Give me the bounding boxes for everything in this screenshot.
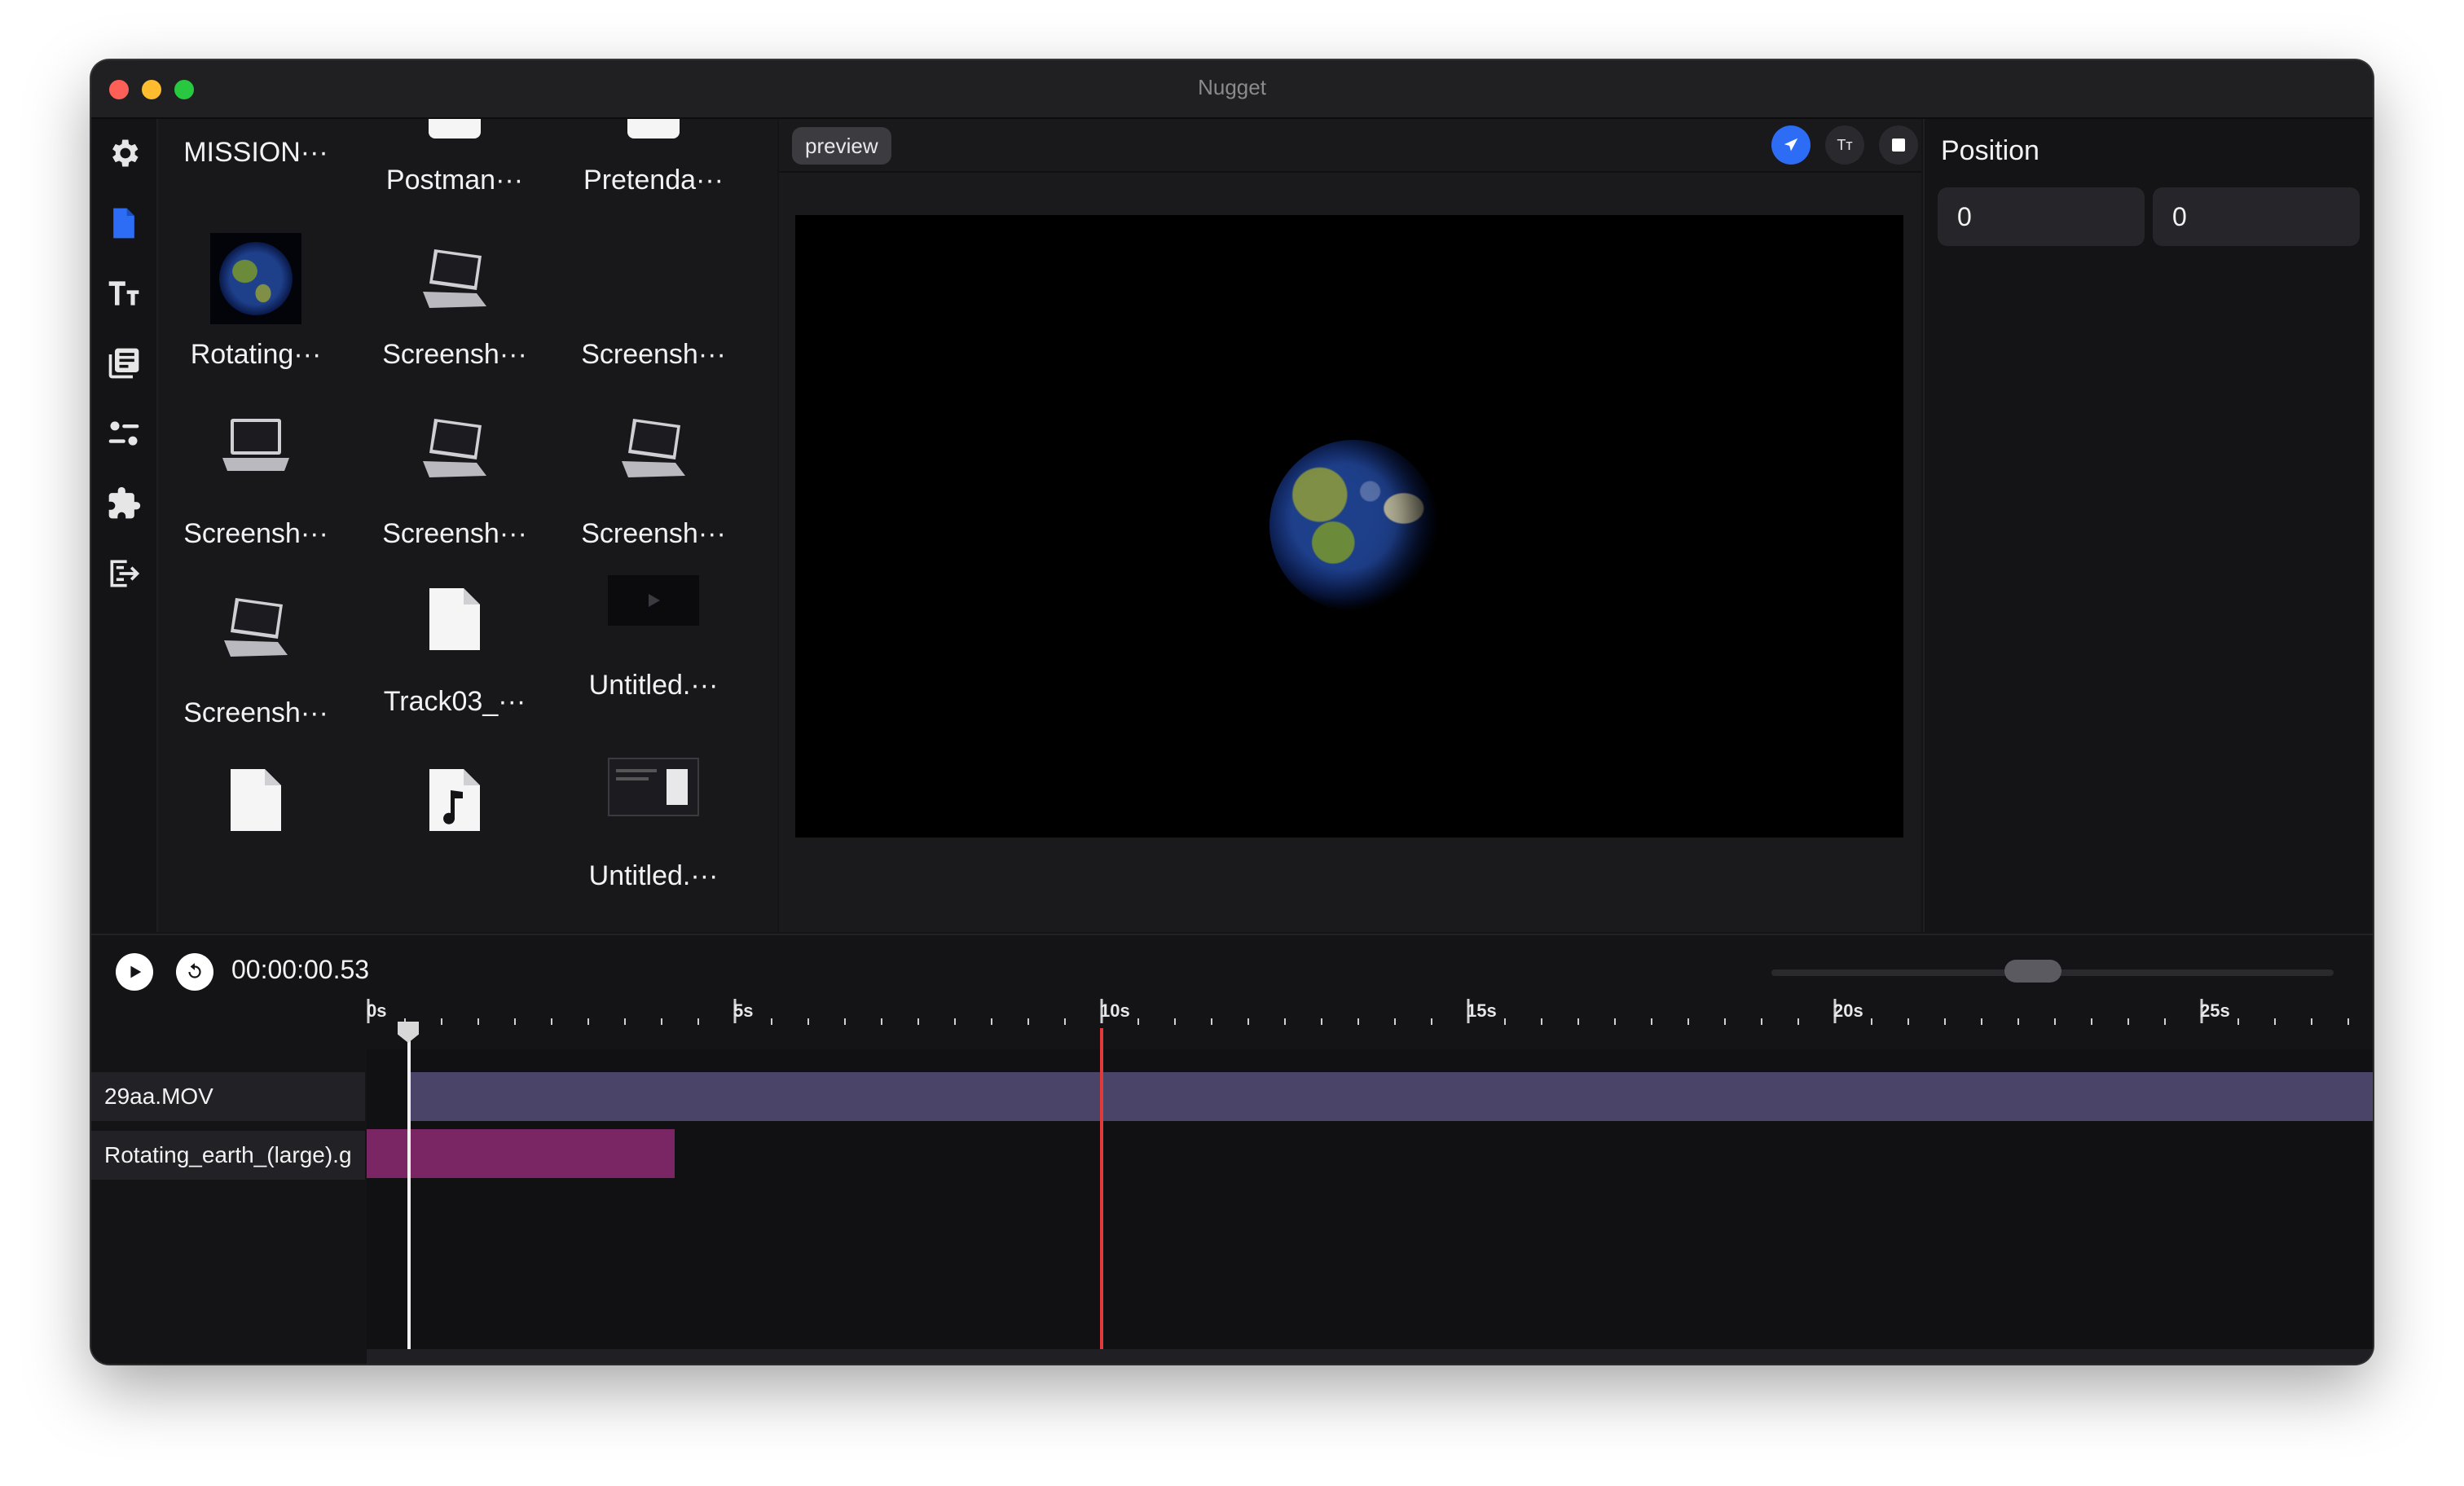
timecode-display: 00:00:00.53 [231,955,370,984]
text-tool-label: Tт [1837,136,1853,153]
library-item-label: Rotating··· [190,339,322,370]
preview-canvas[interactable] [795,215,1903,838]
play-icon [130,965,142,978]
library-item-label: Screensh··· [581,339,726,370]
ruler-label-25s: 25s [2200,1000,2230,1021]
stop-icon [1892,138,1905,152]
file-icon[interactable] [103,202,145,244]
video-thumbnail [556,575,751,626]
ruler-label-5s: 5s [733,1000,754,1021]
earth-thumbnail [158,233,354,324]
window-title: Nugget [1198,75,1266,99]
export-icon[interactable] [103,552,145,595]
stop-tool-button[interactable] [1879,125,1918,165]
track-name-1[interactable]: 29aa.MOV [91,1072,365,1121]
timeline-marker[interactable] [1100,1028,1103,1349]
library-item-label: Untitled.··· [588,670,719,701]
laptop-icon [357,412,552,486]
library-item-label: Postman··· [385,165,524,196]
pointer-tool-button[interactable] [1771,125,1811,165]
library-item-label: Screensh··· [183,518,328,549]
library-item-label: Pretenda··· [583,165,724,196]
gear-icon[interactable] [103,132,145,174]
library-item-label: Untitled.··· [588,860,719,891]
timeline-ruler[interactable]: 0s 5s 10s 15s 20s 25s [367,999,2373,1048]
play-button[interactable] [116,953,153,991]
laptop-icon [158,412,354,486]
library-item-label: Screensh··· [382,518,527,549]
timeline-scrollbar[interactable] [367,1349,2373,1364]
laptop-icon [158,591,354,665]
rotating-earth-image [1269,440,1437,611]
laptop-icon [556,412,751,486]
playhead[interactable] [407,1025,411,1349]
position-x-input[interactable]: 0 [1938,187,2145,246]
document-icon [357,585,552,653]
ruler-label-0s: 0s [367,1000,387,1021]
clip-rotating-earth[interactable] [367,1129,675,1178]
text-tool-button[interactable]: Tт [1825,125,1864,165]
ruler-label-20s: 20s [1833,1000,1863,1021]
library-item-label: MISSION··· [183,137,328,168]
restart-icon [188,963,201,978]
library-icon[interactable] [103,342,145,385]
document-thumbnail [556,119,751,138]
library-item-label: Screensh··· [581,518,726,549]
track-name-2[interactable]: Rotating_earth_(large).g [91,1131,365,1180]
pointer-icon [1784,138,1798,152]
library-item-label: Screensh··· [183,697,328,728]
library-item-label: Screensh··· [382,339,527,370]
tracks-area[interactable] [367,1022,2373,1349]
preview-toolbar: preview Tт [779,119,1921,173]
icon-sidebar [91,119,158,932]
zoom-slider-thumb[interactable] [2004,960,2061,983]
text-icon[interactable] [103,272,145,314]
title-bar: Nugget [91,60,2373,119]
clip-29aa-mov[interactable] [411,1072,2373,1121]
media-library: MISSION··· Postman··· Pretenda··· Rotati… [158,119,777,932]
laptop-icon [357,243,552,316]
screenshot-thumbnail [556,758,751,816]
library-item-label: Track03_··· [383,686,526,717]
sliders-icon[interactable] [103,412,145,455]
ruler-label-15s: 15s [1467,1000,1497,1021]
music-file-icon [357,766,552,834]
ruler-label-10s: 10s [1100,1000,1130,1021]
ruler-ticks [367,999,2349,1025]
document-icon [158,766,354,834]
position-y-input[interactable]: 0 [2153,187,2360,246]
preview-panel: preview Tт [779,119,1921,932]
document-thumbnail [357,119,552,138]
puzzle-icon[interactable] [103,482,145,525]
position-title: Position [1941,135,2039,166]
timeline-panel: 00:00:00.53 0s 5s 10s 15s 20s 25s 29aa.M… [91,934,2373,1364]
inspector-panel: Position 0 0 [1923,119,2373,932]
restart-button[interactable] [176,953,213,991]
track-names-column: 29aa.MOV Rotating_earth_(large).g [91,1066,367,1364]
preview-tab[interactable]: preview [792,127,891,165]
app-window: Nugget MISSION··· Postman··· Pretenda···… [91,60,2373,1364]
